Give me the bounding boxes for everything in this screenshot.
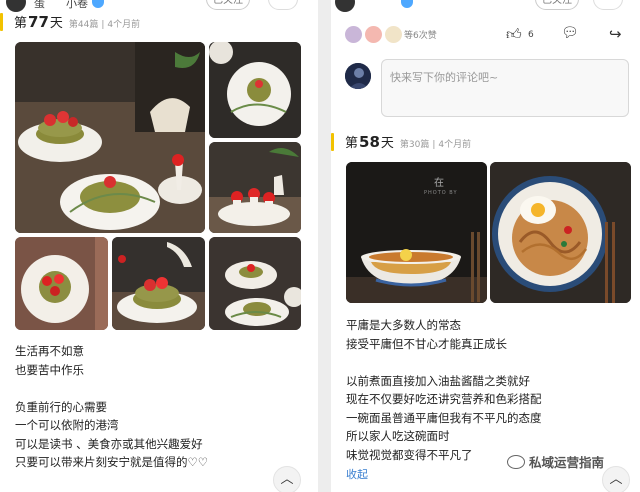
likes-summary[interactable]: 等6次赞 xyxy=(404,28,437,41)
left-post-screen: 蛋 小卷 已关注 ⋯ 第 77 天 第44篇 | 4个月前 xyxy=(0,0,318,492)
author-name[interactable]: 蛋 xyxy=(34,0,45,11)
wechat-icon xyxy=(507,454,525,469)
thumbs-up-icon[interactable]: 👍︎ xyxy=(506,25,522,44)
post-line: 一个可以依附的港湾 xyxy=(15,418,119,432)
chevron-up-icon: ︿ xyxy=(280,472,294,487)
more-button[interactable]: ⋯ xyxy=(593,0,623,10)
day-number: 77 xyxy=(28,13,49,31)
post-line: 也要苦中作乐 xyxy=(15,362,84,377)
watermark-text: 私域运营指南 xyxy=(529,455,605,470)
photo-matcha-pancakes-main[interactable] xyxy=(15,42,205,233)
post-time: 4个月前 xyxy=(438,140,472,150)
comment-placeholder: 快来写下你的评论吧~ xyxy=(390,71,499,84)
day-header: 第 77 天 第44篇 | 4个月前 xyxy=(14,13,141,31)
right-post-screen: 已关注 ⋯ 等6次赞 👍︎ 6 💬︎ ↪ 快来写下你的评论吧~ 第 58 天 第… xyxy=(331,0,640,492)
liker-avatar[interactable] xyxy=(365,26,382,43)
day-suffix: 天 xyxy=(380,136,394,151)
liker-avatar[interactable] xyxy=(385,26,402,43)
post-count: 第44篇 xyxy=(68,20,99,30)
post-line: 只要可以带来片刻安宁就是值得的♡♡ xyxy=(15,455,209,469)
post-count: 第30篇 xyxy=(399,140,430,150)
liker-avatar[interactable] xyxy=(345,26,362,43)
author-name-2[interactable]: 小卷 xyxy=(66,0,88,11)
author-avatar[interactable] xyxy=(335,0,355,12)
level-badge xyxy=(92,0,104,8)
comment-icon[interactable]: 💬︎ xyxy=(561,25,579,41)
photo-strawberry-santas[interactable] xyxy=(209,142,301,233)
post-line: 现在不仅要好吃还讲究营养和色彩搭配 xyxy=(346,392,542,406)
day-accent-bar xyxy=(0,13,3,31)
post-line xyxy=(15,379,208,398)
comment-input[interactable]: 快来写下你的评论吧~ xyxy=(381,59,629,117)
photo-noodle-bowl-dark[interactable]: 在 PHOTO BY xyxy=(346,162,487,303)
right-post-author-bar: 已关注 ⋯ xyxy=(331,0,640,13)
day-accent-bar xyxy=(331,133,334,151)
photo-matcha-plate-topdown[interactable] xyxy=(209,42,301,138)
my-avatar xyxy=(345,63,371,89)
photo-matcha-stack[interactable] xyxy=(112,237,205,330)
day-prefix: 第 xyxy=(345,136,359,151)
post-time: 4个月前 xyxy=(107,20,141,30)
follow-button[interactable]: 已关注 xyxy=(206,0,250,10)
post-line: 平庸是大多数人的常态 xyxy=(346,318,461,332)
post-line xyxy=(346,353,542,372)
post-line: 以前煮面直接加入油盐酱醋之类就好 xyxy=(346,373,530,388)
follow-button[interactable]: 已关注 xyxy=(535,0,579,10)
right-post-text: 平庸是大多数人的常态 接受平庸但不甘心才能真正成长 以前煮面直接加入油盐酱醋之类… xyxy=(346,316,542,464)
post-line: 所以家人吃这碗面时 xyxy=(346,429,450,443)
screen-divider xyxy=(318,0,331,492)
photo-noodle-egg-topdown[interactable] xyxy=(490,162,631,303)
post-line: 可以是读书 、美食亦或其他兴趣爱好 xyxy=(15,436,203,451)
post-line: 负重前行的心需要 xyxy=(15,399,107,414)
day-prefix: 第 xyxy=(14,16,28,31)
day-number: 58 xyxy=(359,133,380,151)
day-suffix: 天 xyxy=(49,16,63,31)
chevron-up-icon: ︿ xyxy=(609,472,623,487)
collapse-chevron-button[interactable]: ︿ xyxy=(602,466,630,492)
more-button[interactable]: ⋯ xyxy=(268,0,298,10)
post-line: 接受平庸但不甘心才能真正成长 xyxy=(346,336,507,351)
left-post-text: 生活再不如意 也要苦中作乐 负重前行的心需要 一个可以依附的港湾 可以是读书 、… xyxy=(15,342,208,472)
day-header: 第 58 天 第30篇 | 4个月前 xyxy=(345,133,472,151)
photo-caption-2: PHOTO BY xyxy=(424,190,458,196)
post-line: 生活再不如意 xyxy=(15,344,84,358)
photo-strawberry-plate[interactable] xyxy=(15,237,108,330)
collapse-link[interactable]: 收起 xyxy=(346,466,368,482)
share-icon[interactable]: ↪ xyxy=(609,25,622,43)
level-badge xyxy=(401,0,413,8)
post-line: 一碗面虽普通平庸但我有不平凡的态度 xyxy=(346,410,542,425)
watermark: 私域运营指南 xyxy=(507,452,604,471)
author-avatar[interactable] xyxy=(6,0,26,12)
photo-caption-1: 在 xyxy=(434,178,444,189)
like-count: 6 xyxy=(528,30,534,40)
collapse-chevron-button[interactable]: ︿ xyxy=(273,466,301,492)
photo-matcha-plates-set[interactable] xyxy=(209,237,301,330)
